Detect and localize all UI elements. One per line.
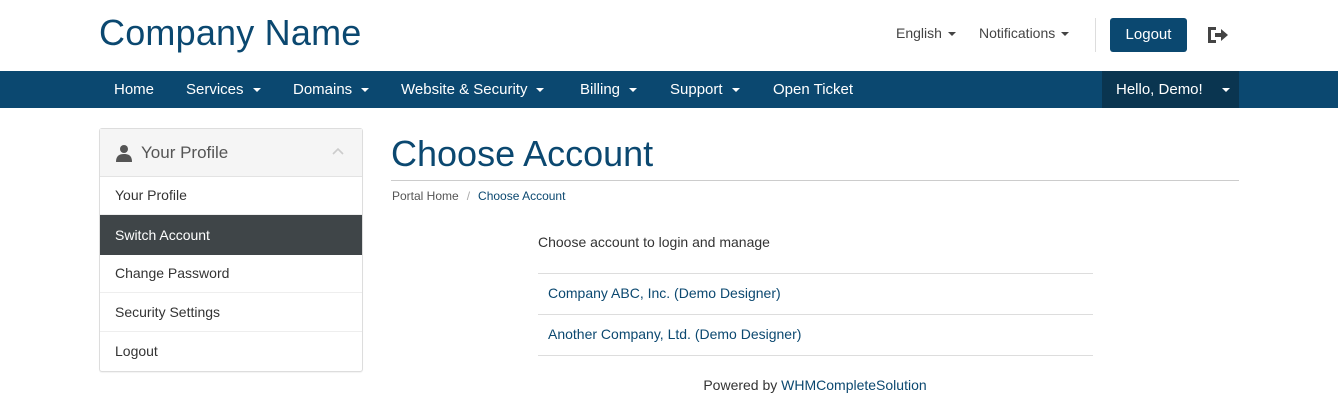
- sidebar-item-change-password[interactable]: Change Password: [100, 254, 362, 293]
- choose-account-intro: Choose account to login and manage: [538, 234, 770, 250]
- sidebar-item-security-settings[interactable]: Security Settings: [100, 293, 362, 332]
- caret-down-icon: [731, 88, 740, 93]
- sidebar-panel-header[interactable]: Your Profile: [100, 129, 362, 177]
- account-list-divider: [538, 273, 1093, 274]
- caret-down-icon: [361, 88, 370, 93]
- account-link-company-abc[interactable]: Company ABC, Inc. (Demo Designer): [548, 285, 781, 301]
- account-link-another-company[interactable]: Another Company, Ltd. (Demo Designer): [548, 326, 801, 342]
- nav-billing[interactable]: Billing: [580, 71, 638, 108]
- account-list-divider: [538, 355, 1093, 356]
- page: Company Name English Notifications Logou…: [0, 0, 1338, 416]
- nav-services-label: Services: [186, 81, 244, 98]
- user-greeting: Hello, Demo!: [1116, 81, 1203, 98]
- caret-down-icon: [536, 88, 545, 93]
- user-menu-dropdown[interactable]: Hello, Demo!: [1102, 71, 1239, 108]
- page-title: Choose Account: [391, 133, 654, 174]
- footer-powered-by: Powered by: [703, 377, 782, 393]
- main-navbar: Home Services Domains Website & Security…: [0, 71, 1338, 108]
- language-dropdown[interactable]: English: [896, 25, 956, 41]
- caret-down-icon: [1061, 32, 1070, 37]
- company-logo[interactable]: Company Name: [99, 12, 362, 54]
- nav-open-ticket-label: Open Ticket: [773, 81, 854, 98]
- profile-sidebar-panel: Your Profile Your Profile Switch Account…: [99, 128, 363, 372]
- account-list-divider: [538, 314, 1093, 315]
- notifications-dropdown[interactable]: Notifications: [979, 25, 1070, 41]
- nav-billing-label: Billing: [580, 81, 621, 98]
- nav-website-security[interactable]: Website & Security: [401, 71, 545, 108]
- sidebar-item-your-profile[interactable]: Your Profile: [100, 176, 362, 215]
- nav-support[interactable]: Support: [670, 71, 740, 108]
- nav-domains-label: Domains: [293, 81, 353, 98]
- nav-home[interactable]: Home: [114, 71, 154, 108]
- nav-domains[interactable]: Domains: [293, 71, 370, 108]
- caret-down-icon: [252, 88, 261, 93]
- user-icon: [116, 145, 132, 162]
- header-divider: [1095, 18, 1096, 52]
- notifications-label: Notifications: [979, 25, 1056, 41]
- nav-home-label: Home: [114, 81, 155, 98]
- breadcrumb-portal-home[interactable]: Portal Home: [392, 189, 459, 203]
- language-label: English: [896, 25, 942, 41]
- sidebar-item-switch-account[interactable]: Switch Account: [100, 215, 362, 255]
- breadcrumb-separator: /: [466, 189, 471, 203]
- caret-down-icon: [947, 32, 956, 37]
- breadcrumb-current[interactable]: Choose Account: [478, 189, 565, 203]
- chevron-up-icon[interactable]: [332, 147, 344, 155]
- logout-button[interactable]: Logout: [1110, 18, 1187, 52]
- caret-down-icon: [1222, 88, 1230, 92]
- sign-out-icon[interactable]: [1205, 25, 1229, 45]
- nav-services[interactable]: Services: [186, 71, 261, 108]
- nav-website-security-label: Website & Security: [401, 81, 528, 98]
- nav-support-label: Support: [670, 81, 723, 98]
- title-divider: [391, 180, 1239, 181]
- caret-down-icon: [629, 88, 638, 93]
- footer-whmcs-link[interactable]: WHMCompleteSolution: [781, 377, 927, 393]
- breadcrumb: Portal Home / Choose Account: [392, 189, 565, 203]
- footer: Powered by WHMCompleteSolution: [0, 377, 1338, 393]
- nav-open-ticket[interactable]: Open Ticket: [773, 71, 853, 108]
- sidebar-panel-title: Your Profile: [141, 143, 229, 162]
- sidebar-item-logout[interactable]: Logout: [100, 332, 362, 371]
